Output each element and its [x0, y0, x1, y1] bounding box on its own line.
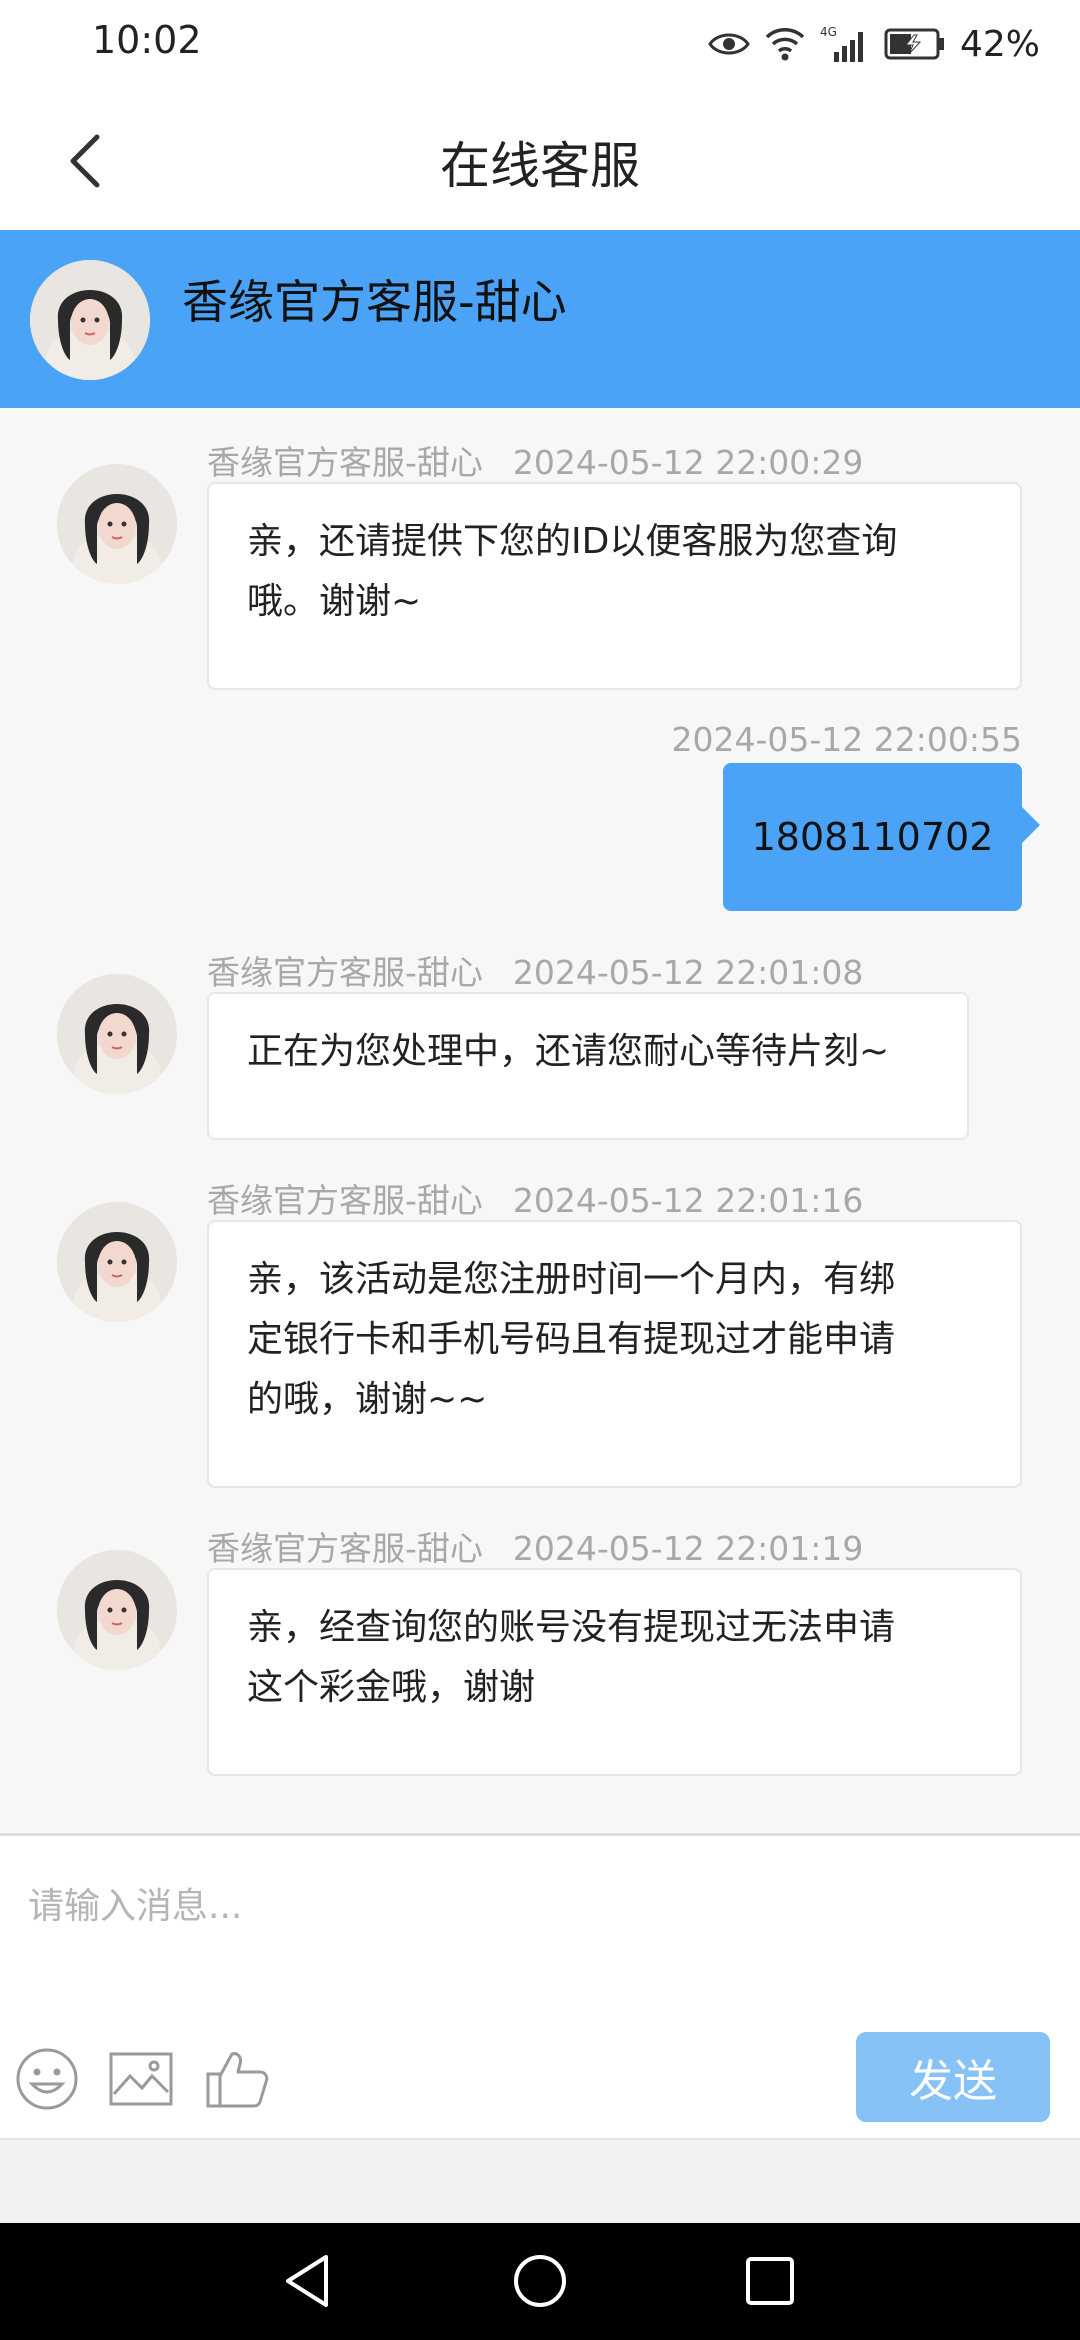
sender-name: 香缘官方客服-甜心: [207, 1529, 483, 1568]
svg-text:4G: 4G: [820, 25, 837, 39]
message-meta: 香缘官方客服-甜心 2024-05-12 22:01:08: [207, 946, 863, 994]
agent-avatar: [30, 260, 150, 380]
message-time: 2024-05-12 22:00:55: [671, 720, 1022, 759]
avatar: [57, 464, 177, 584]
recents-square-icon[interactable]: [740, 2251, 800, 2311]
home-circle-icon[interactable]: [510, 2251, 570, 2311]
battery-icon: [884, 28, 944, 60]
back-triangle-icon[interactable]: [280, 2251, 340, 2311]
signal-4g-icon: 4G: [820, 25, 863, 62]
message-line: 这个彩金哦，谢谢: [247, 1667, 536, 1708]
status-icons: 4G 42%: [708, 18, 1040, 70]
thumbs-up-icon[interactable]: [204, 2046, 270, 2112]
status-bar: 10:02 4G 42%: [0, 0, 1080, 90]
input-footer: [0, 2138, 1080, 2223]
message-time: 2024-05-12 22:01:08: [512, 953, 864, 992]
sender-name: 香缘官方客服-甜心: [207, 1181, 483, 1220]
message-line: 哦。谢谢~: [247, 581, 422, 622]
message-line: 的哦，谢谢~~: [247, 1379, 488, 1420]
message-line: 亲，经查询您的账号没有提现过无法申请: [247, 1607, 896, 1648]
eye-icon: [708, 33, 750, 55]
message-time: 2024-05-12 22:01:19: [512, 1529, 864, 1568]
message-line: 亲，该活动是您注册时间一个月内，有绑: [247, 1259, 896, 1300]
battery-percent: 42%: [959, 23, 1040, 65]
emoji-icon[interactable]: [14, 2046, 80, 2112]
message-text: 1808110702: [751, 815, 994, 859]
message-meta: 香缘官方客服-甜心 2024-05-12 22:00:29: [207, 436, 863, 484]
image-icon[interactable]: [108, 2046, 174, 2112]
send-button[interactable]: 发送: [856, 2032, 1050, 2122]
avatar: [57, 974, 177, 1094]
navigation-bar: [0, 2223, 1080, 2340]
avatar: [57, 1202, 177, 1322]
message-bubble: 亲，经查询您的账号没有提现过无法申请 这个彩金哦，谢谢: [207, 1568, 1022, 1776]
status-time: 10:02: [92, 18, 202, 62]
title-bar: 在线客服: [0, 90, 1080, 230]
message-time: 2024-05-12 22:00:29: [512, 443, 864, 482]
chat-area[interactable]: 香缘官方客服-甜心 2024-05-12 22:00:29 亲，还请提供下您的ID…: [0, 408, 1080, 1833]
message-bubble: 亲，该活动是您注册时间一个月内，有绑 定银行卡和手机号码且有提现过才能申请 的哦…: [207, 1220, 1022, 1488]
message-bubble: 正在为您处理中，还请您耐心等待片刻~: [207, 992, 969, 1140]
message-line: 亲，还请提供下您的ID以便客服为您查询: [247, 521, 898, 562]
page-title: 在线客服: [440, 137, 640, 195]
message-bubble: 亲，还请提供下您的ID以便客服为您查询 哦。谢谢~: [207, 482, 1022, 690]
sender-name: 香缘官方客服-甜心: [207, 953, 483, 992]
message-meta: 香缘官方客服-甜心 2024-05-12 22:01:19: [207, 1522, 863, 1570]
message-meta: 香缘官方客服-甜心 2024-05-12 22:01:16: [207, 1174, 863, 1222]
message-line: 定银行卡和手机号码且有提现过才能申请: [247, 1319, 896, 1360]
agent-name: 香缘官方客服-甜心: [182, 275, 567, 329]
sender-name: 香缘官方客服-甜心: [207, 443, 483, 482]
message-line: 正在为您处理中，还请您耐心等待片刻~: [247, 1031, 890, 1072]
wifi-icon: [765, 28, 805, 61]
message-time: 2024-05-12 22:01:16: [512, 1181, 864, 1220]
input-area: 发送: [0, 1833, 1080, 2138]
avatar: [57, 1550, 177, 1670]
user-bubble: 1808110702: [723, 763, 1040, 911]
message-input[interactable]: [28, 1856, 1048, 1956]
agent-header: 香缘官方客服-甜心: [0, 230, 1080, 408]
